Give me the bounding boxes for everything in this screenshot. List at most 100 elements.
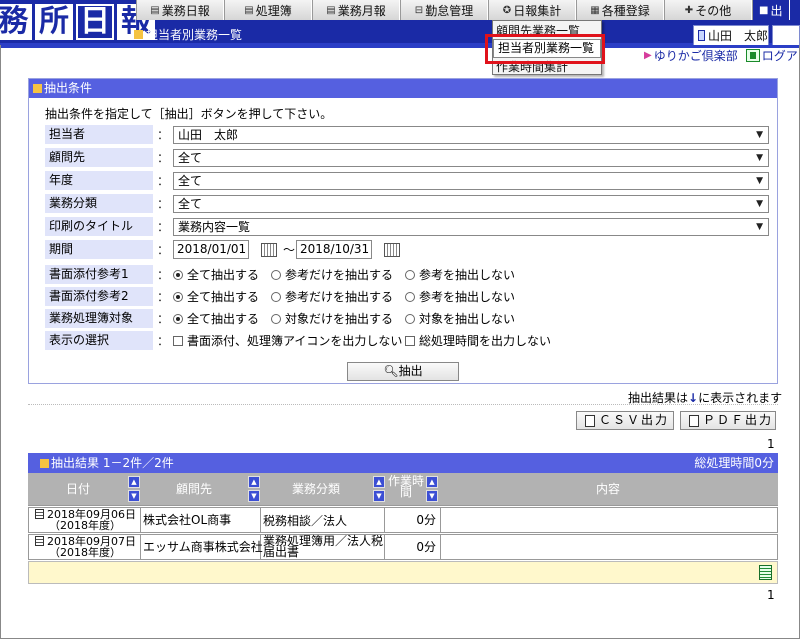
radio-label: 参考を抽出しない xyxy=(419,268,516,282)
radio-label: 参考だけを抽出する xyxy=(285,290,394,304)
spreadsheet-icon[interactable] xyxy=(759,565,772,580)
csv-export-button[interactable]: ＣＳＶ出力 xyxy=(576,411,674,430)
nav-monthly-report[interactable]: ▤ 業務月報 xyxy=(312,0,400,20)
nav-attendance[interactable]: ⊟ 勤怠管理 xyxy=(400,0,488,20)
field-label: 書面添付参考2 xyxy=(45,287,153,306)
colon: ： xyxy=(156,151,169,165)
club-link[interactable]: ゆりかご倶楽部 xyxy=(654,47,738,64)
radio-button[interactable] xyxy=(405,313,415,324)
secondary-tab[interactable] xyxy=(772,25,800,45)
nav-daily-summary[interactable]: ✪ 日報集計 xyxy=(488,0,576,20)
logout-icon[interactable] xyxy=(745,49,760,62)
col-content: 内容 xyxy=(595,482,620,496)
checkbox[interactable] xyxy=(405,335,415,346)
radio-selected[interactable] xyxy=(173,269,183,280)
sort-date[interactable]: ▲ ▼ xyxy=(128,476,140,503)
app-header: 務 所 日 報 ▤ 業務日報 ▤ 処理簿 ▤ 業務月報 ⊟ 勤怠管理 ✪ 日報集計 ▦ 各種… xyxy=(0,0,800,45)
field-label: 表示の選択 xyxy=(45,331,153,350)
nav-ledger[interactable]: ▤ 処理簿 xyxy=(224,0,312,20)
radio-label: 全て抽出する xyxy=(187,312,260,326)
logout-link[interactable]: ログア xyxy=(762,47,798,64)
print-title-select[interactable]: 業務内容一覧 xyxy=(173,217,769,236)
radio-button[interactable] xyxy=(405,291,415,302)
document-icon xyxy=(689,414,699,427)
radio-option[interactable]: 全て抽出する xyxy=(173,288,271,305)
radio-label: 全て抽出する xyxy=(187,290,260,304)
radio-button[interactable] xyxy=(405,269,415,280)
sort-down-icon[interactable]: ▼ xyxy=(373,490,385,502)
checkbox-label: 書面添付、処理簿アイコンを出力しない xyxy=(187,334,403,348)
colon: ： xyxy=(156,128,169,142)
client-select[interactable]: 全て xyxy=(173,148,769,167)
conditions-title: 抽出条件 xyxy=(44,81,93,95)
sort-down-icon[interactable]: ▼ xyxy=(248,490,260,502)
nav-label: 出 xyxy=(770,3,783,18)
sort-up-icon[interactable]: ▲ xyxy=(248,476,260,488)
nav-daily-report[interactable]: ▤ 業務日報 xyxy=(136,0,224,20)
year-select[interactable]: 全て xyxy=(173,171,769,190)
radio-selected[interactable] xyxy=(173,291,183,302)
calendar-icon[interactable] xyxy=(384,242,401,257)
ledger-doc-icon[interactable] xyxy=(35,536,44,546)
checkbox-option[interactable]: 書面添付、処理簿アイコンを出力しない xyxy=(173,332,405,349)
section-marker-icon xyxy=(40,458,49,468)
nav-label: 各種登録 xyxy=(601,3,650,18)
cell-client: 株式会社OL商事 xyxy=(141,508,261,532)
user-card-icon xyxy=(698,30,705,41)
table-row[interactable]: 2018年09月06日 （2018年度） 株式会社OL商事 税務相談／法人 0分 xyxy=(28,507,778,533)
calendar-icon[interactable] xyxy=(261,242,277,257)
checkbox[interactable] xyxy=(173,335,183,346)
extract-button[interactable]: 🔍︎抽出 xyxy=(347,362,459,381)
sort-client[interactable]: ▲ ▼ xyxy=(248,476,260,503)
nav-other[interactable]: ✚ その他 xyxy=(664,0,752,20)
total-time: 総処理時間0分 xyxy=(694,456,774,470)
radio-option[interactable]: 参考だけを抽出する xyxy=(271,288,405,305)
nav-exit[interactable]: ■ 出 xyxy=(752,0,790,20)
field-label: 顧問先 xyxy=(45,148,153,167)
nav-label: 業務日報 xyxy=(161,3,210,18)
results-title: 抽出結果 1－2件／2件 xyxy=(51,456,174,470)
radio-option[interactable]: 対象だけを抽出する xyxy=(271,310,405,327)
exit-icon: ■ xyxy=(759,4,769,16)
radio-label: 参考を抽出しない xyxy=(419,290,516,304)
sort-up-icon[interactable]: ▲ xyxy=(426,476,438,488)
radio-option[interactable]: 参考だけを抽出する xyxy=(271,266,405,283)
sort-down-icon[interactable]: ▼ xyxy=(128,490,140,502)
row-attach-ref2: 書面添付参考2 ： 全て抽出する 参考だけを抽出する 参考を抽出しない xyxy=(45,287,515,306)
row-year: 年度 ： 全て xyxy=(45,171,769,190)
period-from-input[interactable]: 2018/01/01 xyxy=(173,240,249,259)
task-category-select[interactable]: 全て xyxy=(173,194,769,213)
checkbox-option[interactable]: 総処理時間を出力しない xyxy=(405,332,551,349)
field-label: 印刷のタイトル xyxy=(45,217,153,236)
radio-button[interactable] xyxy=(271,313,281,324)
table-row[interactable]: 2018年09月07日 （2018年度） エッサム商事株式会社 業務処理簿用／法人… xyxy=(28,534,778,560)
cell-client: エッサム商事株式会社 xyxy=(141,535,263,559)
nav-label: 業務月報 xyxy=(337,3,386,18)
staff-select[interactable]: 山田 太郎 xyxy=(173,125,769,144)
radio-option[interactable]: 参考を抽出しない xyxy=(405,288,515,305)
sort-down-icon[interactable]: ▼ xyxy=(426,490,438,502)
pdf-export-button[interactable]: ＰＤＦ出力 xyxy=(680,411,776,430)
radio-option[interactable]: 対象を抽出しない xyxy=(405,310,515,327)
sort-up-icon[interactable]: ▲ xyxy=(373,476,385,488)
nav-registration[interactable]: ▦ 各種登録 xyxy=(576,0,664,20)
colon: ： xyxy=(156,243,169,257)
tally-icon: ✪ xyxy=(502,4,512,16)
cell-content xyxy=(441,535,777,559)
page-title: 担当者別業務一覧 xyxy=(134,26,242,43)
sort-time[interactable]: ▲ ▼ xyxy=(426,476,438,503)
radio-option[interactable]: 全て抽出する xyxy=(173,266,271,283)
radio-option[interactable]: 全て抽出する xyxy=(173,310,271,327)
radio-selected[interactable] xyxy=(173,313,183,324)
radio-option[interactable]: 参考を抽出しない xyxy=(405,266,515,283)
user-tab[interactable]: 山田 太郎 xyxy=(693,25,769,45)
radio-button[interactable] xyxy=(271,291,281,302)
ledger-doc-icon[interactable] xyxy=(35,509,44,519)
period-to-input[interactable]: 2018/10/31 xyxy=(296,240,373,259)
sort-up-icon[interactable]: ▲ xyxy=(128,476,140,488)
nav-label: 日報集計 xyxy=(513,3,562,18)
row-fiscal-year: （2018年度） xyxy=(49,519,121,532)
sort-task[interactable]: ▲ ▼ xyxy=(373,476,385,503)
radio-button[interactable] xyxy=(271,269,281,280)
ledger-icon: ▤ xyxy=(244,4,254,16)
